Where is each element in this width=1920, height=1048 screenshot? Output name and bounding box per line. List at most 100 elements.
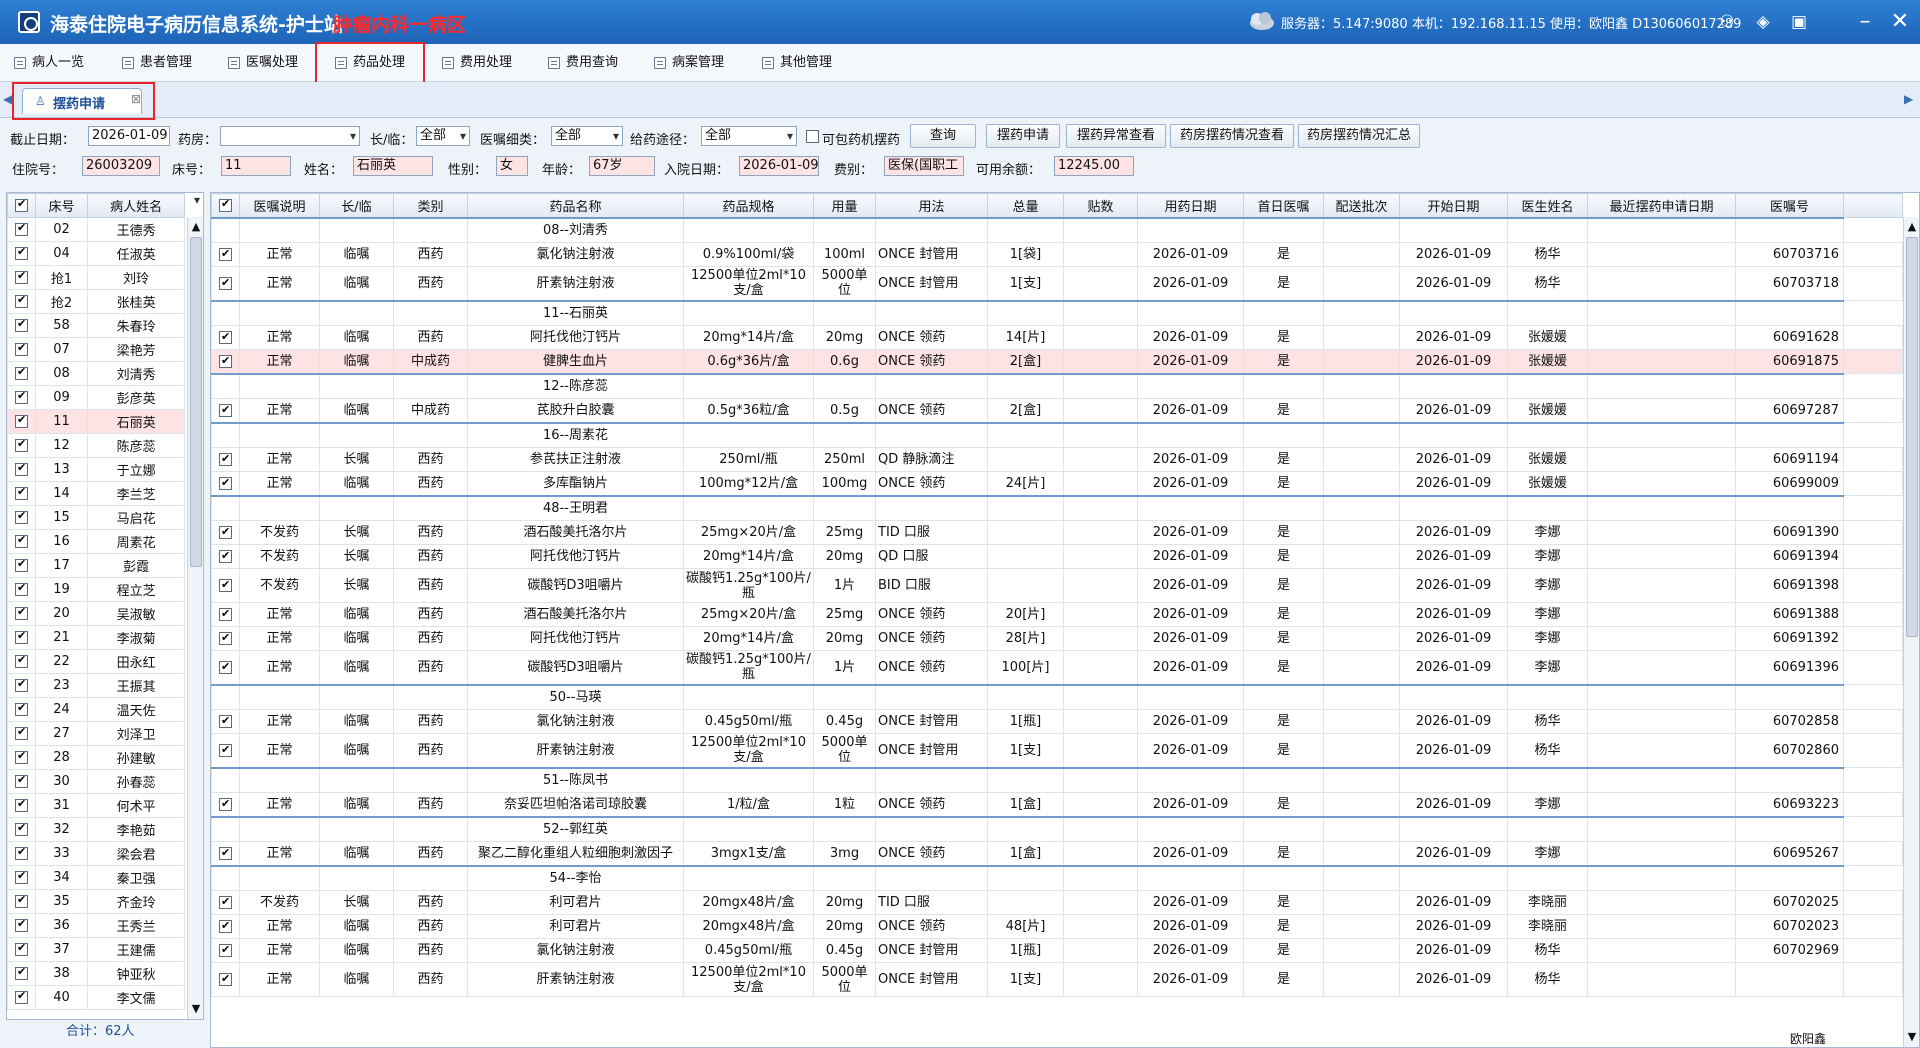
order-row-checkbox[interactable] <box>211 938 240 963</box>
checkbox-icon[interactable] <box>219 894 232 909</box>
checkbox-icon[interactable] <box>219 475 232 490</box>
patient-row-checkbox[interactable] <box>7 313 36 338</box>
order-row[interactable]: 正常临嘱西药多库酯钠片100mg*12片/盒100mgONCE 领药24[片] 2… <box>211 471 1903 496</box>
dispense-exception-button[interactable]: 摆药异常查看 <box>1066 124 1166 148</box>
patient-row[interactable]: 08刘清秀 <box>7 361 187 386</box>
query-button[interactable]: 查询 <box>910 124 976 148</box>
order-row[interactable]: 不发药长嘱西药酒石酸美托洛尔片25mg×20片/盒25mgTID 口服 2026-… <box>211 520 1903 545</box>
order-row-checkbox[interactable] <box>211 962 240 997</box>
order-row-checkbox[interactable] <box>211 349 240 374</box>
patient-row[interactable]: 37王建儒 <box>7 937 187 962</box>
checkbox-icon[interactable] <box>15 989 28 1004</box>
checkbox-icon[interactable] <box>15 797 28 812</box>
patient-row[interactable]: 21李淑菊 <box>7 625 187 650</box>
menu-record-management[interactable]: 病案管理 <box>652 44 724 82</box>
checkbox-icon[interactable] <box>15 413 28 428</box>
order-row[interactable]: 不发药长嘱西药碳酸钙D3咀嚼片碳酸钙1.25g*100片/瓶1片BID 口服 20… <box>211 568 1903 603</box>
menu-order-processing[interactable]: 医嘱处理 <box>226 44 298 82</box>
order-row-checkbox[interactable] <box>211 544 240 569</box>
patient-row[interactable]: 35齐金玲 <box>7 889 187 914</box>
menu-fee-processing[interactable]: 费用处理 <box>440 44 512 82</box>
checkbox-icon[interactable] <box>15 341 28 356</box>
order-row[interactable]: 正常临嘱西药肝素钠注射液12500单位2ml*10支/盒5000单位ONCE 封… <box>211 962 1903 997</box>
patient-row[interactable]: 32李艳茹 <box>7 817 187 842</box>
patient-row[interactable]: 19程立芝 <box>7 577 187 602</box>
order-type-select[interactable]: 全部 <box>551 126 623 146</box>
patient-row[interactable]: 33梁会君 <box>7 841 187 866</box>
order-row-checkbox[interactable] <box>211 266 240 301</box>
checkbox-icon[interactable] <box>15 269 28 284</box>
checkbox-icon[interactable] <box>15 509 28 524</box>
patient-row[interactable]: 09彭彦英 <box>7 385 187 410</box>
scroll-thumb[interactable] <box>1906 237 1918 637</box>
order-grid-scrollbar[interactable]: ▲ ▼ <box>1903 217 1919 1047</box>
checkbox-icon[interactable] <box>15 389 28 404</box>
checkbox-icon[interactable] <box>219 353 232 368</box>
scroll-up-icon[interactable]: ▲ <box>188 219 203 235</box>
checkbox-icon[interactable] <box>15 821 28 836</box>
patient-row-checkbox[interactable] <box>7 217 36 242</box>
order-row-checkbox[interactable] <box>211 914 240 939</box>
scroll-down-icon[interactable]: ▼ <box>188 1001 203 1017</box>
order-row[interactable]: 正常临嘱西药氯化钠注射液0.9%100ml/袋100mlONCE 封管用1[袋]… <box>211 242 1903 267</box>
cutoff-date-input[interactable]: 2026-01-09 <box>88 126 170 146</box>
patient-row[interactable]: 36王秀兰 <box>7 913 187 938</box>
scroll-down-icon[interactable]: ▼ <box>1904 1029 1919 1045</box>
order-row-checkbox[interactable] <box>211 520 240 545</box>
patient-row[interactable]: 27刘泽卫 <box>7 721 187 746</box>
patient-row[interactable]: 14李兰芝 <box>7 481 187 506</box>
tab-scroll-right-icon[interactable]: ▶ <box>1904 92 1913 106</box>
patient-row[interactable]: 11石丽英 <box>7 409 187 434</box>
order-row[interactable]: 正常长嘱西药参芪扶正注射液250ml/瓶250mlQD 静脉滴注 2026-01-… <box>211 447 1903 472</box>
patient-row[interactable]: 38钟亚秋 <box>7 961 187 986</box>
checkbox-icon[interactable] <box>219 402 232 417</box>
patient-row-checkbox[interactable] <box>7 793 36 818</box>
patient-row-checkbox[interactable] <box>7 529 36 554</box>
order-row-checkbox[interactable] <box>211 568 240 603</box>
pharmacy-select[interactable] <box>220 126 360 146</box>
order-row-checkbox[interactable] <box>211 325 240 350</box>
checkbox-icon[interactable] <box>15 965 28 980</box>
dispense-request-button[interactable]: 摆药申请 <box>986 124 1060 148</box>
checkbox-icon[interactable] <box>15 869 28 884</box>
pharmacy-summary-button[interactable]: 药房摆药情况汇总 <box>1298 124 1420 148</box>
patient-row[interactable]: 34秦卫强 <box>7 865 187 890</box>
patient-row-checkbox[interactable] <box>7 889 36 914</box>
menu-patient-management[interactable]: 患者管理 <box>120 44 192 82</box>
checkbox-icon[interactable] <box>15 221 28 236</box>
checkbox-icon[interactable] <box>15 917 28 932</box>
order-row-checkbox[interactable] <box>211 650 240 685</box>
patient-row[interactable]: 13于立娜 <box>7 457 187 482</box>
order-row[interactable]: 正常临嘱西药肝素钠注射液12500单位2ml*10支/盒5000单位ONCE 封… <box>211 266 1903 301</box>
patient-row[interactable]: 30孙春蕊 <box>7 769 187 794</box>
checkbox-icon[interactable] <box>219 630 232 645</box>
patient-row-checkbox[interactable] <box>7 265 36 290</box>
order-row[interactable]: 正常临嘱西药氯化钠注射液0.45g50ml/瓶0.45gONCE 封管用1[瓶]… <box>211 709 1903 734</box>
order-row-checkbox[interactable] <box>211 792 240 817</box>
patient-row[interactable]: 16周素花 <box>7 529 187 554</box>
checkbox-icon[interactable] <box>219 246 232 261</box>
order-row[interactable]: 正常临嘱西药阿托伐他汀钙片20mg*14片/盒20mgONCE 领药14[片] 2… <box>211 325 1903 350</box>
user-icon[interactable]: ⚇ <box>1716 11 1738 33</box>
patient-row[interactable]: 07梁艳芳 <box>7 337 187 362</box>
minimize-button[interactable]: – <box>1851 8 1879 36</box>
patient-row[interactable]: 40李文儒 <box>7 985 187 1010</box>
include-machine-checkbox[interactable] <box>806 130 819 143</box>
checkbox-icon[interactable] <box>219 971 232 986</box>
patient-row-checkbox[interactable] <box>7 673 36 698</box>
checkbox-icon[interactable] <box>15 845 28 860</box>
checkbox-icon[interactable] <box>15 941 28 956</box>
checkbox-icon[interactable] <box>219 942 232 957</box>
clipboard-icon[interactable]: ▣ <box>1788 11 1810 33</box>
patient-row[interactable]: 23王振其 <box>7 673 187 698</box>
checkbox-icon[interactable] <box>15 677 28 692</box>
patient-row[interactable]: 24温天佐 <box>7 697 187 722</box>
scroll-thumb[interactable] <box>190 237 202 567</box>
checkbox-icon[interactable] <box>219 742 232 757</box>
patient-row-checkbox[interactable] <box>7 769 36 794</box>
patient-row[interactable]: 抢1刘玲 <box>7 265 187 290</box>
checkbox-icon[interactable] <box>15 893 28 908</box>
patient-row-checkbox[interactable] <box>7 385 36 410</box>
patient-row-checkbox[interactable] <box>7 241 36 266</box>
checkbox-icon[interactable] <box>219 451 232 466</box>
